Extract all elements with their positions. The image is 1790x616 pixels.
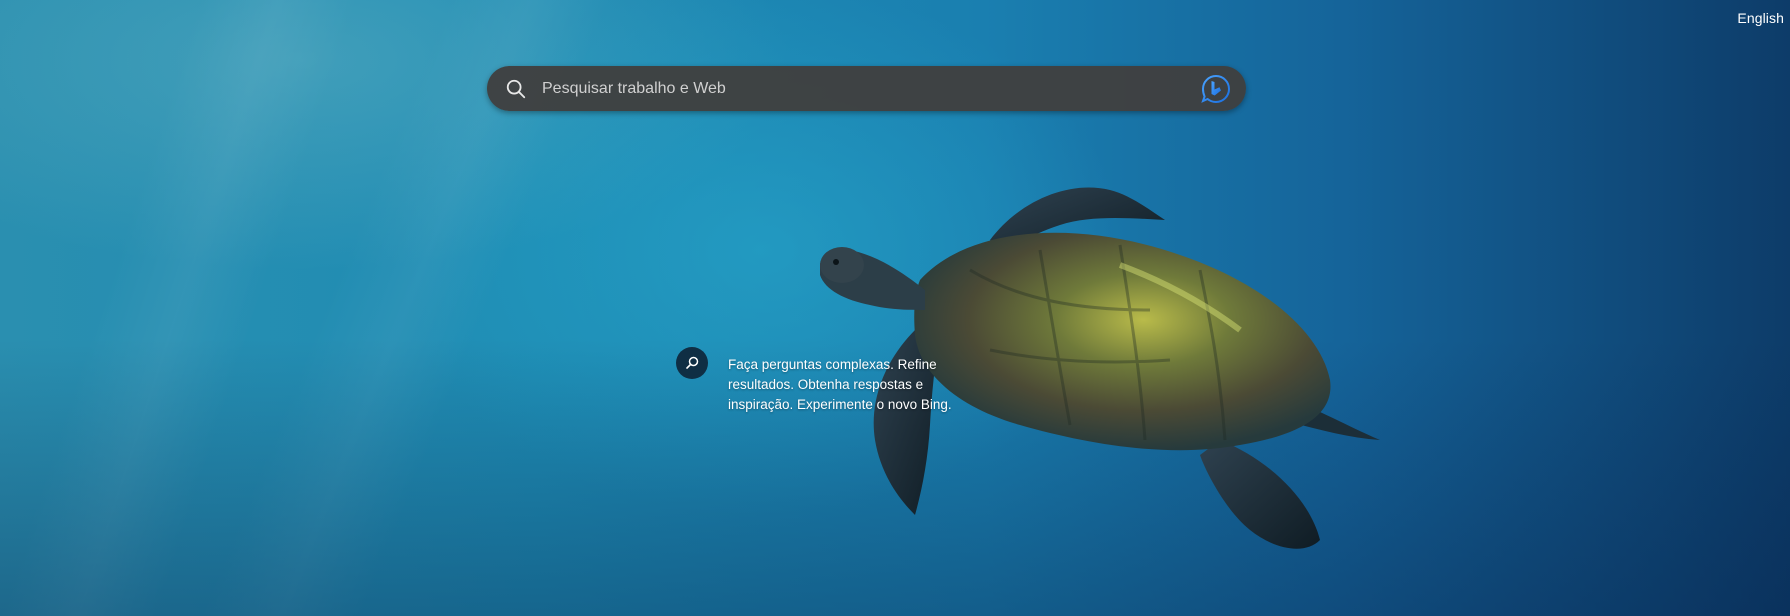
page-background: English Faça perguntas complexas. Re (0, 0, 1790, 616)
bing-chat-icon[interactable] (1200, 73, 1232, 105)
search-input[interactable] (540, 65, 1200, 112)
search-icon (686, 356, 699, 369)
search-icon (506, 79, 526, 98)
new-bing-promo[interactable]: Faça perguntas complexas. Refine resulta… (676, 347, 968, 415)
language-link-english[interactable]: English (1737, 10, 1784, 26)
promo-text[interactable]: Faça perguntas complexas. Refine resulta… (728, 355, 968, 415)
search-bar[interactable] (487, 65, 1246, 112)
promo-search-icon[interactable] (676, 347, 708, 379)
